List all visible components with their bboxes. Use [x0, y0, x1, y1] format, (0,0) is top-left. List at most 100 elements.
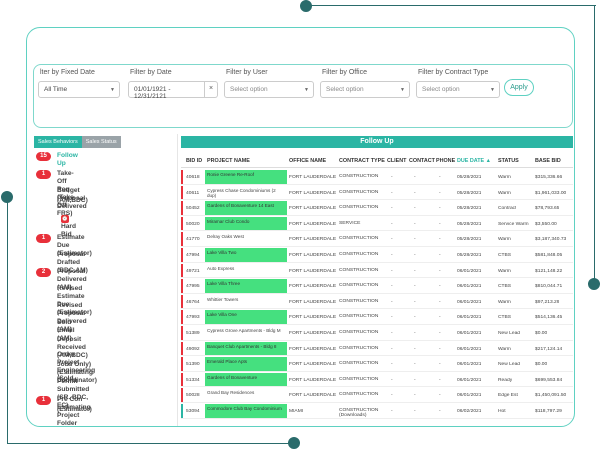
fixed-date-select[interactable]: All Time ▼	[38, 81, 120, 98]
table-row[interactable]: Auto Express 49721 FORT LAUDERDALE CONSTRUC…	[181, 263, 573, 279]
cell-client: -	[391, 221, 393, 227]
cell-contract: CONSTRUCTION	[339, 252, 379, 257]
table-row[interactable]: Cypress Chase Condominiums (2 dup) 40611 F…	[181, 185, 573, 201]
list-item-label: (Estimator)	[57, 406, 92, 413]
cell-office: FORT LAUDERDALE	[289, 284, 337, 290]
cell-phone: -	[439, 237, 441, 243]
chevron-down-icon: ▼	[304, 87, 309, 93]
cell-status: Warm	[498, 175, 511, 180]
chevron-down-icon: ▼	[490, 87, 495, 93]
col-contract-type[interactable]: CONTRACT TYPE	[339, 158, 385, 164]
cell-status: Hot	[498, 409, 506, 414]
cell-office: FORT LAUDERDALE	[289, 346, 337, 352]
cell-phone: -	[439, 299, 441, 305]
cell-project-name[interactable]: Whittier Towers	[205, 295, 287, 309]
table-row[interactable]: Miramar Club Condo 50020 FORT LAUDERDALE SE…	[181, 216, 573, 232]
cell-phone: -	[439, 409, 441, 414]
cell-office: FORT LAUDERDALE	[289, 221, 337, 227]
cell-bid-id: 47994	[186, 253, 200, 258]
cell-project-name[interactable]: Lake Villa One	[205, 310, 287, 325]
cell-phone: -	[439, 393, 441, 399]
cell-project-name[interactable]: Gardens of Bonaventure	[205, 372, 287, 387]
table-row[interactable]: Banquet Club Apartments - Bldg 8 49092 FOR…	[181, 341, 573, 357]
cell-project-name[interactable]: Grand Bay Residences	[205, 388, 287, 402]
cell-bid-id: 53094	[186, 409, 200, 414]
cell-contact: -	[414, 221, 416, 227]
behavior-tabs: Sales Behaviors Sales Status	[34, 136, 121, 148]
cell-project-name[interactable]: Banquet Club Apartments - Bldg 8	[205, 341, 287, 356]
cell-base-bid: $3,550.00	[535, 221, 557, 227]
connector-dot-left	[1, 191, 13, 203]
cell-contact: -	[414, 315, 416, 321]
connector-line-top	[306, 5, 596, 6]
user-select[interactable]: Select option ▼	[224, 81, 314, 98]
cell-status: CTBS	[498, 253, 512, 258]
cell-project-name[interactable]: Delray Oaks West	[205, 232, 287, 246]
cell-contact: -	[414, 237, 416, 243]
table-row[interactable]: Grand Bay Residences 50028 FORT LAUDERDALE…	[181, 388, 573, 404]
cell-project-name[interactable]: Emerald Place Apts	[205, 357, 287, 371]
tab-sales-status[interactable]: Sales Status	[81, 136, 121, 148]
col-due-date[interactable]: DUE DATE ▲	[457, 158, 491, 164]
table-row[interactable]: Gardens of Bonaventure 14 East 50452 FORT …	[181, 201, 573, 216]
col-phone[interactable]: PHONE	[436, 158, 455, 164]
cell-client: -	[391, 175, 393, 180]
table-row[interactable]: Gardens of Bonaventure 51334 FORT LAUDERDA…	[181, 372, 573, 388]
count-badge: 1	[36, 234, 51, 243]
chevron-down-icon: ▼	[400, 87, 405, 93]
cell-bid-id: 40611	[186, 190, 200, 196]
cell-project-name[interactable]: Cypress Chase Condominiums (2 dup)	[205, 186, 287, 200]
cell-client: -	[391, 253, 393, 258]
table-row[interactable]: Cypress Grove Apartments - Bldg M 51389 FO…	[181, 326, 573, 341]
cell-client: -	[391, 362, 393, 368]
apply-button[interactable]: Apply	[504, 79, 534, 96]
cell-project-name[interactable]: Lake Villa Three	[205, 279, 287, 293]
table-row[interactable]: Ronie Greene Re-Roof 40618 FORT LAUDERDALE…	[181, 170, 573, 185]
cell-due-date: 05/28/2021	[457, 175, 482, 180]
cell-base-bid: $1,961,033.00	[535, 190, 567, 196]
cell-due-date: 06/01/2021	[457, 268, 482, 274]
cell-phone: -	[439, 175, 441, 180]
cell-base-bid: $121,148.22	[535, 268, 563, 274]
table-row[interactable]: Delray Oaks West 41770 FORT LAUDERDALE CONS…	[181, 232, 573, 248]
row-status-stripe	[181, 263, 183, 278]
cell-project-name[interactable]: Miramar Club Condo	[205, 216, 287, 231]
col-status[interactable]: STATUS	[498, 158, 519, 164]
cell-project-name[interactable]: Ronie Greene Re-Roof	[205, 170, 287, 184]
cell-office: FORT LAUDERDALE	[289, 362, 337, 368]
date-range-input[interactable]: 01/01/1921 - 12/31/2121	[128, 81, 205, 100]
clear-date-button[interactable]: ×	[205, 81, 218, 98]
table-row[interactable]: Commodore Club Bay Condominium 53094 MIAMI…	[181, 404, 573, 419]
table-row[interactable]: Whittier Towers 46764 FORT LAUDERDALE CONST…	[181, 294, 573, 310]
cell-contract: CONSTRUCTION	[339, 189, 379, 195]
cell-client: -	[391, 377, 393, 383]
cell-project-name[interactable]: Commodore Club Bay Condominium	[205, 404, 287, 418]
cell-contact: -	[414, 206, 416, 212]
cell-project-name[interactable]: Lake Villa Two	[205, 248, 287, 262]
tab-sales-behaviors[interactable]: Sales Behaviors	[34, 136, 82, 148]
cell-office: FORT LAUDERDALE	[289, 315, 337, 321]
cell-contract: SERVICE	[339, 220, 361, 226]
row-status-stripe	[181, 341, 183, 356]
cell-project-name[interactable]: Auto Express	[205, 264, 287, 278]
cell-project-name[interactable]: Gardens of Bonaventure 14 East	[205, 201, 287, 215]
table-row[interactable]: Emerald Place Apts 51390 FORT LAUDERDALE CO…	[181, 357, 573, 372]
office-select[interactable]: Select option ▼	[320, 81, 410, 98]
col-bid-id[interactable]: BID ID	[186, 158, 202, 164]
cell-due-date: 06/01/2021	[457, 315, 482, 321]
connector-dot-right	[588, 278, 600, 290]
col-client[interactable]: CLIENT	[387, 158, 406, 164]
col-contact[interactable]: CONTACT	[409, 158, 435, 164]
col-office-name[interactable]: OFFICE NAME	[289, 158, 326, 164]
table-row[interactable]: Lake Villa Two 47994 FORT LAUDERDALE CONSTR…	[181, 248, 573, 263]
col-project-name[interactable]: PROJECT NAME	[207, 158, 250, 164]
cell-contact: -	[414, 175, 416, 180]
contract-select[interactable]: Select option ▼	[416, 81, 500, 98]
cell-base-bid: $3,187,340.73	[535, 237, 567, 243]
table-row[interactable]: Lake Villa One 47993 FORT LAUDERDALE CONSTR…	[181, 310, 573, 326]
cell-project-name[interactable]: Cypress Grove Apartments - Bldg M	[205, 326, 287, 340]
row-status-stripe	[181, 232, 183, 247]
col-base-bid[interactable]: BASE BID	[535, 158, 561, 164]
cell-office: FORT LAUDERDALE	[289, 206, 337, 212]
table-row[interactable]: Lake Villa Three 47995 FORT LAUDERDALE CONS…	[181, 279, 573, 294]
